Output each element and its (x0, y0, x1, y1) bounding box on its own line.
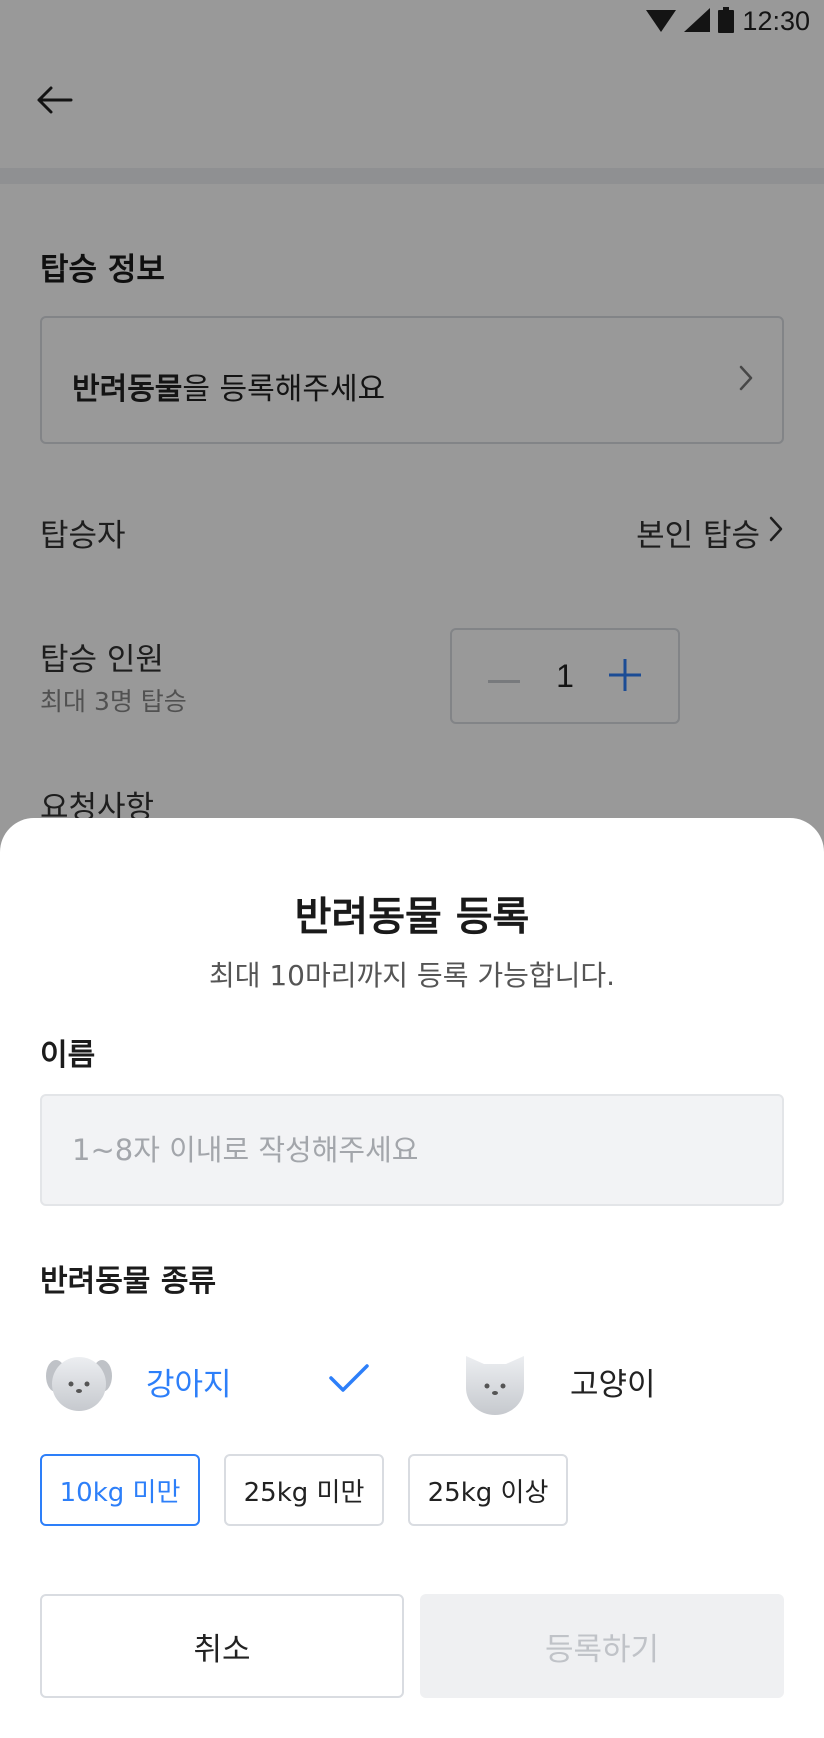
register-button[interactable]: 등록하기 (420, 1594, 784, 1698)
pet-register-sheet: 반려동물 등록 최대 10마리까지 등록 가능합니다. 이름 반려동물 종류 강… (0, 818, 824, 1738)
pet-type-label: 반려동물 종류 (40, 1264, 217, 1299)
weight-option-under-10kg[interactable]: 10kg 미만 (40, 1454, 200, 1526)
check-icon (328, 1362, 370, 1398)
dog-icon (44, 1346, 114, 1416)
sheet-title: 반려동물 등록 (294, 894, 530, 940)
pet-type-dog-label: 강아지 (146, 1366, 232, 1403)
cancel-button[interactable]: 취소 (40, 1594, 404, 1698)
cat-icon (460, 1346, 530, 1416)
pet-type-dog[interactable]: 강아지 (44, 1346, 232, 1416)
pet-type-cat[interactable]: 고양이 (460, 1346, 656, 1416)
weight-option-under-25kg[interactable]: 25kg 미만 (224, 1454, 384, 1526)
name-label: 이름 (40, 1038, 96, 1073)
sheet-subtitle: 최대 10마리까지 등록 가능합니다. (208, 959, 616, 992)
pet-type-cat-label: 고양이 (570, 1366, 656, 1403)
weight-option-over-25kg[interactable]: 25kg 이상 (408, 1454, 568, 1526)
pet-name-input[interactable] (40, 1094, 784, 1206)
